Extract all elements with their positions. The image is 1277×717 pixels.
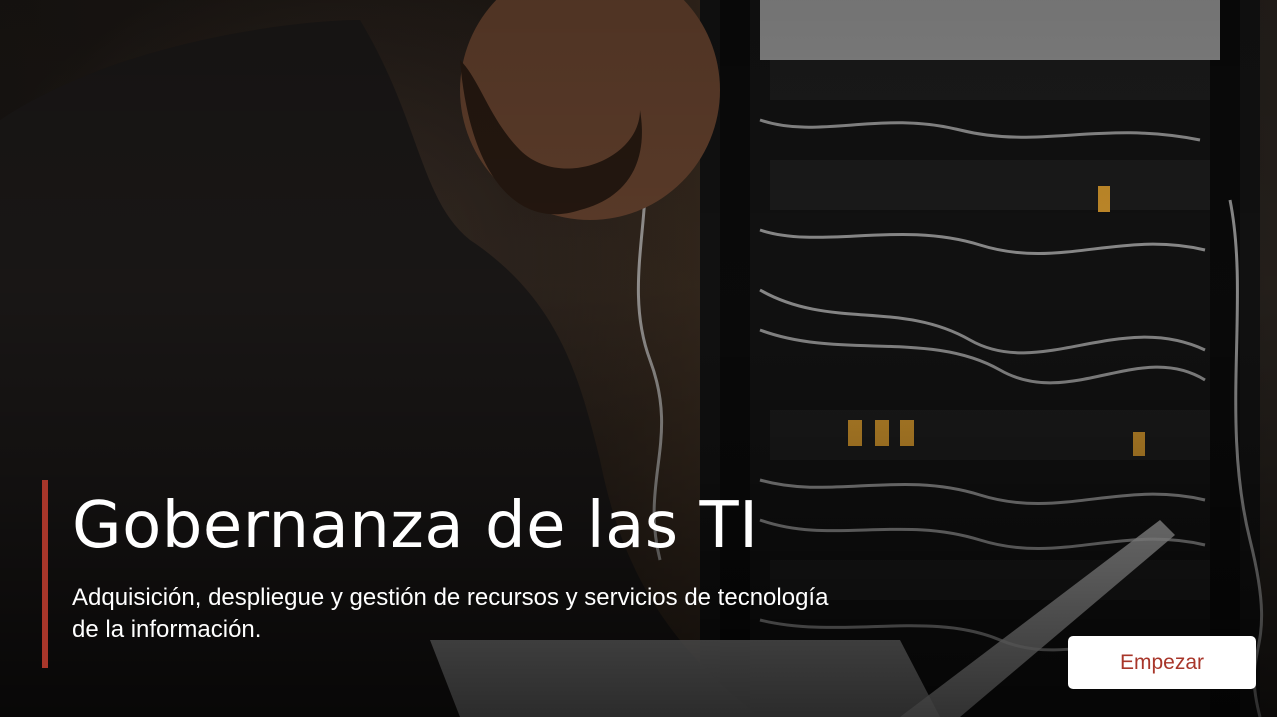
title-accent-bar xyxy=(42,480,48,668)
hero-title: Gobernanza de las TI xyxy=(72,489,759,563)
hero-subtitle: Adquisición, despliegue y gestión de rec… xyxy=(72,584,829,643)
start-button[interactable]: Empezar xyxy=(1068,636,1256,689)
hero-section: Gobernanza de las TI Adquisición, despli… xyxy=(0,0,1277,717)
